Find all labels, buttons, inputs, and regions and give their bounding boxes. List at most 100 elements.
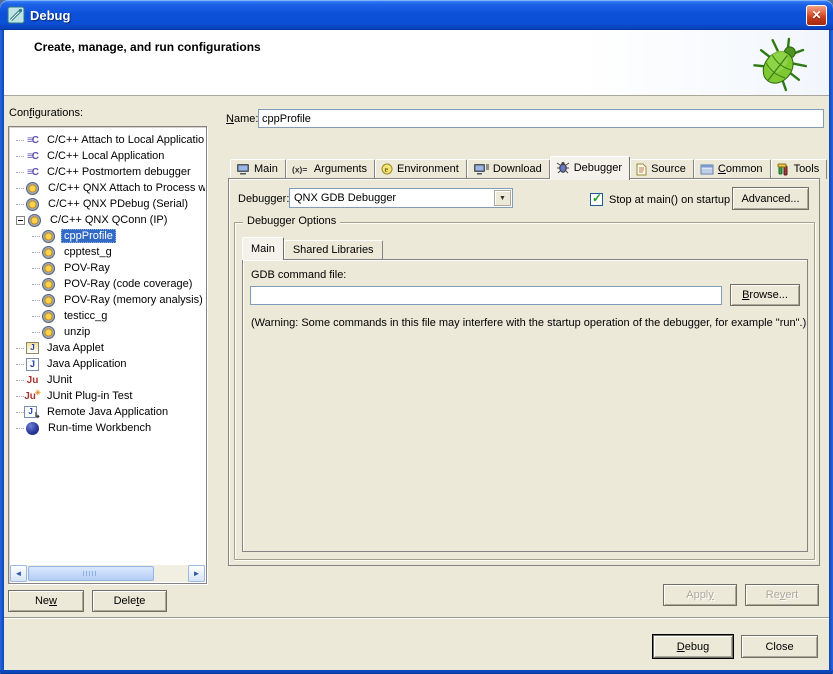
arguments-tab-icon: (x)= bbox=[292, 164, 310, 174]
tree-guide bbox=[32, 284, 40, 285]
java-app-icon bbox=[25, 357, 40, 371]
gdb-command-file-input[interactable] bbox=[250, 286, 722, 305]
tree-items: C/C++ Attach to Local Applicatio C/C++ L… bbox=[10, 128, 205, 565]
tab-options-main[interactable]: Main bbox=[242, 237, 284, 260]
tree-row[interactable]: Java Application bbox=[10, 356, 205, 372]
close-window-button[interactable]: ✕ bbox=[806, 5, 827, 26]
junit-icon bbox=[25, 373, 40, 387]
tab-environment[interactable]: e Environment bbox=[375, 159, 467, 179]
tree-guide bbox=[32, 332, 40, 333]
tree-guide bbox=[16, 380, 24, 381]
tab-download[interactable]: Download bbox=[467, 159, 550, 179]
tree-row[interactable]: Java Applet bbox=[10, 340, 205, 356]
horizontal-scrollbar[interactable]: ◄ ► bbox=[10, 565, 205, 582]
close-button[interactable]: Close bbox=[741, 635, 818, 658]
window-frame-right bbox=[829, 30, 833, 674]
svg-text:(x)=: (x)= bbox=[292, 165, 307, 175]
tree-guide bbox=[16, 172, 24, 173]
tools-tab-icon bbox=[777, 163, 790, 176]
tree-row[interactable]: C/C++ Attach to Local Applicatio bbox=[10, 132, 205, 148]
tree-row[interactable]: JUnit bbox=[10, 372, 205, 388]
tab-debugger[interactable]: Debugger bbox=[550, 156, 630, 180]
stop-at-main-label: Stop at main() on startup bbox=[609, 194, 730, 206]
qnx-target-icon bbox=[42, 246, 55, 259]
qnx-target-icon bbox=[26, 198, 39, 211]
name-input[interactable] bbox=[258, 109, 824, 128]
qnx-target-icon bbox=[42, 326, 55, 339]
tree-row[interactable]: C/C++ Local Application bbox=[10, 148, 205, 164]
qnx-target-icon bbox=[42, 278, 55, 291]
tree-guide bbox=[32, 252, 40, 253]
debug-button[interactable]: Debug bbox=[653, 635, 733, 658]
tree-row[interactable]: C/C++ QNX QConn (IP) bbox=[10, 212, 205, 228]
tree-row[interactable]: POV-Ray (memory analysis) bbox=[10, 292, 205, 308]
debugger-options-group: Debugger Options Main Shared Libraries G… bbox=[234, 222, 815, 560]
tab-shared-libraries[interactable]: Shared Libraries bbox=[284, 240, 383, 259]
cdt-launch-icon bbox=[25, 165, 40, 179]
chevron-down-icon[interactable]: ▼ bbox=[494, 190, 511, 206]
new-button[interactable]: New bbox=[8, 590, 84, 612]
debugger-type-combobox[interactable]: QNX GDB Debugger ▼ bbox=[289, 188, 513, 208]
tab-source[interactable]: Source bbox=[630, 159, 694, 179]
environment-tab-icon: e bbox=[381, 163, 393, 175]
delete-button[interactable]: Delete bbox=[92, 590, 167, 612]
tree-row[interactable]: C/C++ Postmortem debugger bbox=[10, 164, 205, 180]
collapse-expander-icon[interactable] bbox=[16, 216, 25, 225]
tree-row[interactable]: POV-Ray bbox=[10, 260, 205, 276]
tree-row[interactable]: cpptest_g bbox=[10, 244, 205, 260]
combobox-value: QNX GDB Debugger bbox=[290, 192, 493, 204]
tree-guide bbox=[32, 236, 40, 237]
tab-main[interactable]: Main bbox=[230, 159, 286, 179]
tree-guide bbox=[16, 428, 24, 429]
tree-guide bbox=[32, 316, 40, 317]
main-tab-icon bbox=[236, 163, 250, 175]
workbench-icon bbox=[26, 422, 39, 435]
dialog-header: Create, manage, and run configurations bbox=[4, 30, 829, 96]
qnx-target-icon bbox=[42, 294, 55, 307]
dialog-icon bbox=[7, 6, 25, 24]
scroll-right-icon[interactable]: ► bbox=[188, 565, 205, 582]
tree-guide bbox=[16, 396, 24, 397]
scroll-left-icon[interactable]: ◄ bbox=[10, 565, 27, 582]
apply-button[interactable]: Apply bbox=[663, 584, 737, 606]
tree-guide bbox=[16, 140, 24, 141]
gdb-command-file-label: GDB command file: bbox=[251, 269, 346, 281]
debugger-label: Debugger: bbox=[238, 193, 289, 205]
tree-row[interactable]: unzip bbox=[10, 324, 205, 340]
configurations-label: Configurations: bbox=[9, 107, 83, 119]
tree-row[interactable]: JUnit Plug-in Test bbox=[10, 388, 205, 404]
qnx-target-icon bbox=[26, 182, 39, 195]
tree-row[interactable]: testicc_g bbox=[10, 308, 205, 324]
tree-row[interactable]: C/C++ QNX Attach to Process w bbox=[10, 180, 205, 196]
debugger-tab-panel: Debugger: QNX GDB Debugger ▼ Stop at mai… bbox=[228, 178, 820, 566]
tab-common[interactable]: Common bbox=[694, 159, 771, 179]
debugger-tab-icon bbox=[556, 161, 570, 174]
tree-guide bbox=[16, 364, 24, 365]
browse-button[interactable]: Browse... bbox=[730, 284, 800, 306]
launch-config-tabs: Main (x)= Arguments e Environment Downlo… bbox=[230, 155, 827, 179]
cdt-launch-icon bbox=[25, 133, 40, 147]
tree-row[interactable]: POV-Ray (code coverage) bbox=[10, 276, 205, 292]
scrollbar-thumb[interactable] bbox=[28, 566, 154, 581]
tab-arguments[interactable]: (x)= Arguments bbox=[286, 159, 375, 179]
tree-guide bbox=[16, 348, 24, 349]
remote-java-icon bbox=[25, 405, 40, 419]
footer-separator bbox=[4, 617, 829, 619]
revert-button[interactable]: Revert bbox=[745, 584, 819, 606]
tree-guide bbox=[16, 156, 24, 157]
download-tab-icon bbox=[473, 163, 489, 175]
common-tab-icon bbox=[700, 164, 714, 175]
tree-guide bbox=[16, 188, 24, 189]
stop-at-main-checkbox[interactable] bbox=[590, 193, 603, 206]
title-bar[interactable]: Debug ✕ bbox=[0, 0, 833, 30]
tree-row[interactable]: C/C++ QNX PDebug (Serial) bbox=[10, 196, 205, 212]
advanced-button[interactable]: Advanced... bbox=[732, 187, 809, 210]
tree-row-selected[interactable]: cppProfile bbox=[10, 228, 205, 244]
qnx-target-icon bbox=[42, 262, 55, 275]
tree-row[interactable]: Run-time Workbench bbox=[10, 420, 205, 436]
tab-tools[interactable]: Tools bbox=[771, 159, 828, 179]
options-main-panel: GDB command file: Browse... (Warning: So… bbox=[242, 259, 808, 552]
qnx-target-icon bbox=[42, 310, 55, 323]
tree-row[interactable]: Remote Java Application bbox=[10, 404, 205, 420]
svg-text:e: e bbox=[385, 165, 389, 174]
